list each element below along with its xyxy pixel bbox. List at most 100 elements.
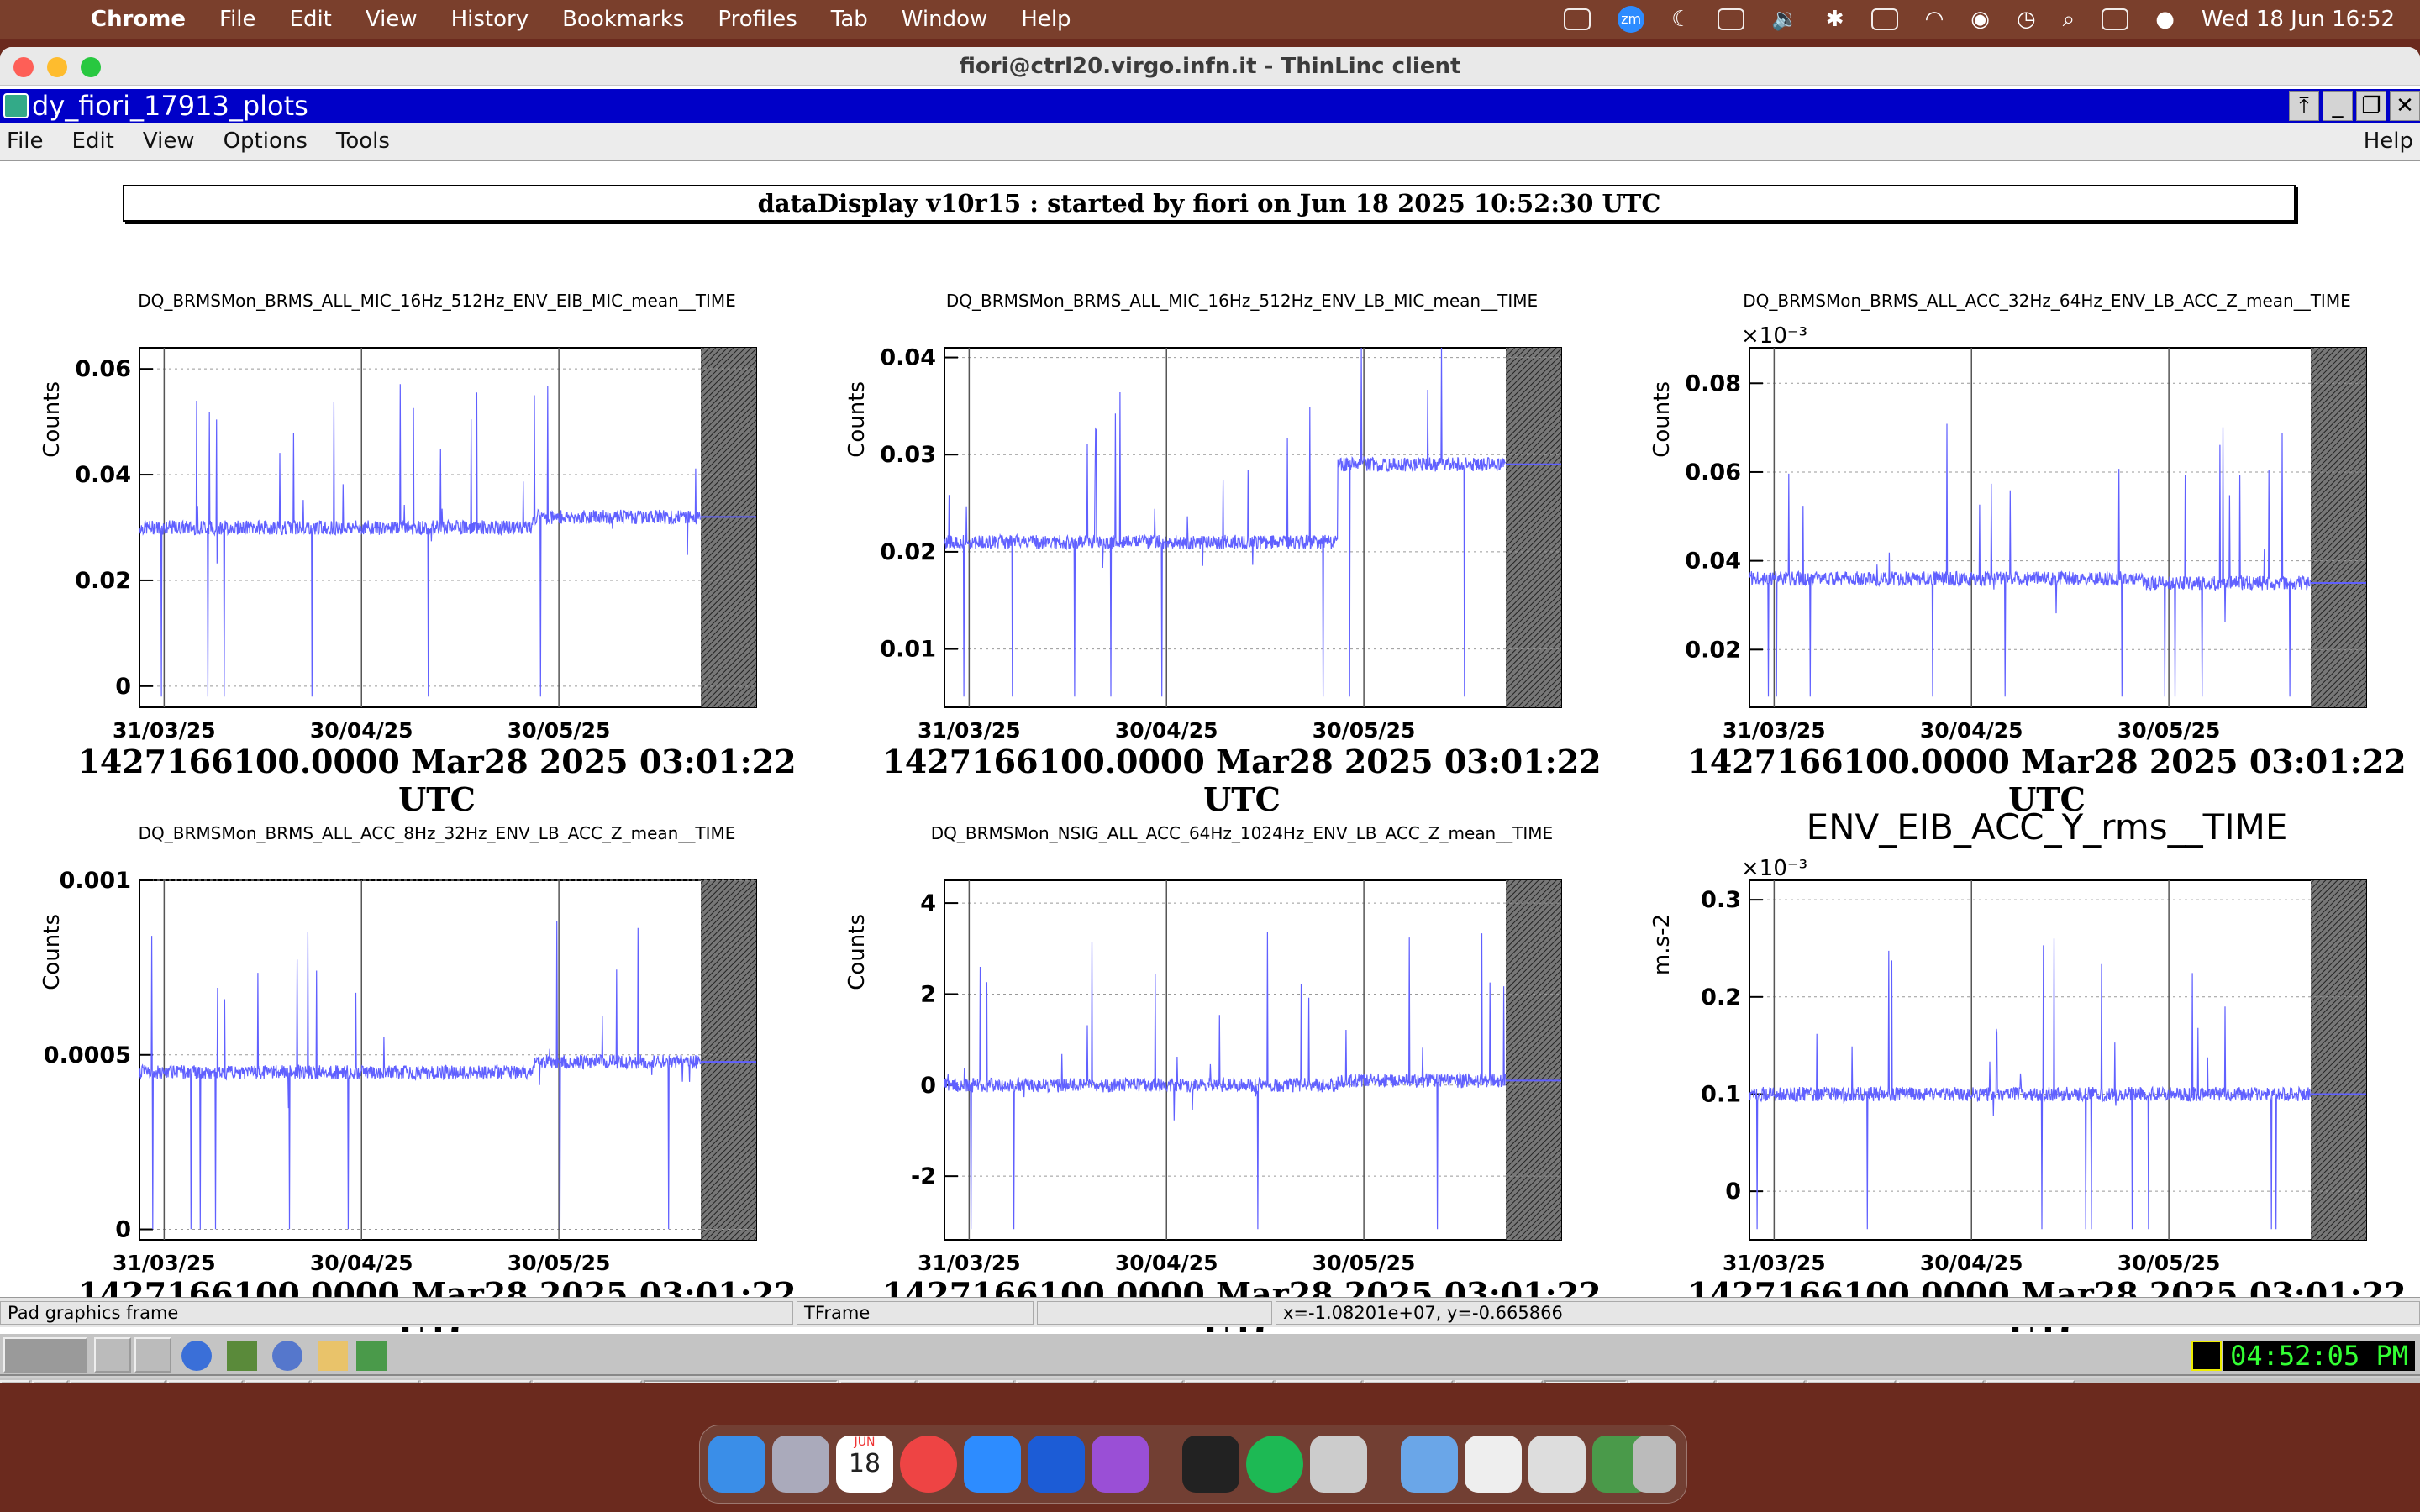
task-window-button[interactable]: dy_...	[1807, 1380, 1897, 1383]
battery-icon[interactable]	[1718, 8, 1745, 30]
root-canvas[interactable]: dataDisplay v10r15 : started by fiori on…	[0, 163, 2420, 1351]
task-window-button[interactable]: dy_...	[1185, 1380, 1274, 1383]
menu-tab[interactable]: Tab	[831, 7, 868, 32]
task-window-button[interactable]: dy_...	[1986, 1380, 2075, 1383]
terminal-icon[interactable]	[1182, 1436, 1239, 1493]
stick-button[interactable]: ⤒	[2289, 91, 2319, 121]
plot-pad[interactable]: DQ_BRMSMon_NSIG_ALL_ACC_64Hz_1024Hz_ENV_…	[839, 813, 1645, 1351]
y-tick-label: 0.0005	[44, 1042, 131, 1068]
podcasts-icon[interactable]	[1092, 1436, 1149, 1493]
preview-icon[interactable]	[1310, 1436, 1367, 1493]
zoom-status-icon[interactable]: zm	[1618, 6, 1645, 33]
menu-bookmarks[interactable]: Bookmarks	[562, 7, 684, 32]
menu-app-name[interactable]: Chrome	[91, 7, 186, 32]
workspace-tab[interactable]: Web	[167, 1380, 244, 1383]
monitor-icon[interactable]	[356, 1341, 387, 1371]
menu-window[interactable]: Window	[902, 7, 988, 32]
menubar-clock[interactable]: Wed 18 Jun 16:52	[2202, 7, 2395, 32]
settings-icon[interactable]	[227, 1341, 257, 1371]
app-menu-options[interactable]: Options	[224, 129, 308, 154]
app-menu-edit[interactable]: Edit	[72, 129, 114, 154]
workspace-tab[interactable]: Misc	[839, 1380, 916, 1383]
app-menu-view[interactable]: View	[143, 129, 195, 154]
plot-svg[interactable]: 0.02 0.04 0.06 0.08 31/03/25 30/04/25 30/05/25…	[1644, 281, 2420, 751]
plot-pad[interactable]: DQ_BRMSMon_BRMS_ALL_MIC_16Hz_512Hz_ENV_L…	[839, 281, 1645, 818]
close-window-icon[interactable]	[13, 57, 34, 77]
plot-svg[interactable]: 0 0.0005 0.001 31/03/25 30/04/25 30/05/25 Coun…	[34, 813, 840, 1284]
menu-view[interactable]: View	[366, 7, 418, 32]
app-menu-help[interactable]: Help	[2364, 129, 2413, 154]
applications-folder-icon[interactable]	[1401, 1436, 1458, 1493]
workspace-tab[interactable]: Matlab	[311, 1380, 420, 1383]
search-icon[interactable]: ⌕	[2063, 7, 2075, 33]
workspace-tab[interactable]: Home	[69, 1380, 166, 1383]
plot-pad[interactable]: DQ_BRMSMon_BRMS_ALL_ACC_8Hz_32Hz_ENV_LB_…	[34, 813, 840, 1351]
task-window-button[interactable]: dy_...	[1363, 1380, 1453, 1383]
pager-icon[interactable]: ⧉	[32, 1380, 68, 1383]
launcher-slot[interactable]	[134, 1337, 171, 1373]
menu-file[interactable]: File	[219, 7, 256, 32]
task-window-button[interactable]: dy_...	[1454, 1380, 1544, 1383]
close-button[interactable]: ✕	[2390, 91, 2420, 121]
bluetooth-icon[interactable]: ✱	[1826, 7, 1844, 32]
task-window-button[interactable]: dat...	[1897, 1380, 1985, 1383]
task-window-button[interactable]: Ter...	[1015, 1380, 1096, 1383]
task-window-button[interactable]: dat...	[1275, 1380, 1362, 1383]
thinlinc-icon[interactable]	[1028, 1436, 1085, 1493]
task-window-button[interactable]: dat...	[1628, 1380, 1715, 1383]
editor-icon[interactable]	[318, 1341, 348, 1371]
moon-icon[interactable]: ☾	[1671, 7, 1691, 32]
menu-help[interactable]: Help	[1021, 7, 1071, 32]
plot-pad[interactable]: DQ_BRMSMon_BRMS_ALL_ACC_32Hz_64Hz_ENV_LB…	[1644, 281, 2420, 818]
zoom-window-icon[interactable]	[81, 57, 101, 77]
keyboard-icon[interactable]	[1870, 8, 1898, 30]
plot-svg[interactable]: -2 0 2 4 31/03/25 30/04/25 30/05/25 Counts	[839, 813, 1645, 1284]
menu-history[interactable]: History	[451, 7, 529, 32]
app-menu-tools[interactable]: Tools	[336, 129, 390, 154]
task-window-button[interactable]: dy...	[1544, 1380, 1627, 1383]
task-minimize[interactable]: _	[0, 1380, 30, 1383]
menu-edit[interactable]: Edit	[290, 7, 332, 32]
workspace-tab[interactable]: Python	[421, 1380, 532, 1383]
user-icon[interactable]: ◉	[1970, 7, 1990, 32]
task-window-button[interactable]: dat...	[1097, 1380, 1184, 1383]
privacy-icon[interactable]	[1564, 8, 1591, 30]
time-machine-icon[interactable]: ◷	[2017, 7, 2036, 32]
siri-icon[interactable]: ●	[2155, 7, 2175, 32]
task-window-button[interactable]: xterm	[917, 1380, 1014, 1383]
plot-svg[interactable]: 0 0.02 0.04 0.06 31/03/25 30/04/25 30/05/25 Cou…	[34, 281, 840, 751]
plot-pad[interactable]: ENV_EIB_ACC_Y_rms__TIME 1427166100.0000 M…	[1644, 806, 2420, 1351]
control-center-icon[interactable]	[2102, 8, 2129, 30]
workspace-tab[interactable]: C-C++	[533, 1380, 643, 1383]
root-icon[interactable]	[272, 1341, 302, 1371]
zoom-icon[interactable]	[964, 1436, 1021, 1493]
recent-window-icon[interactable]	[1528, 1436, 1586, 1493]
y-axis-label: Counts	[1649, 381, 1675, 458]
wifi-icon[interactable]: ◠	[1925, 7, 1944, 32]
maximize-button[interactable]: ❐	[2356, 91, 2386, 121]
chrome-icon[interactable]	[900, 1436, 957, 1493]
menu-profiles[interactable]: Profiles	[718, 7, 797, 32]
minimize-window-icon[interactable]	[47, 57, 67, 77]
workspace-tab[interactable]: GUI	[245, 1380, 310, 1383]
plot-pad[interactable]: DQ_BRMSMon_BRMS_ALL_MIC_16Hz_512Hz_ENV_E…	[34, 281, 840, 818]
task-window-button[interactable]: dy_...	[1716, 1380, 1806, 1383]
workspace-tab[interactable]: Automation	[644, 1380, 838, 1383]
y-tick-label: 0.06	[75, 356, 131, 382]
calendar-icon[interactable]: JUN 18	[836, 1436, 893, 1493]
recent-window-icon[interactable]	[1465, 1436, 1522, 1493]
minimize-button[interactable]: _	[2323, 91, 2353, 121]
cpu-monitor-icon[interactable]	[2191, 1341, 2222, 1371]
firefox-icon[interactable]	[182, 1341, 212, 1371]
icewm-logo-icon[interactable]	[3, 1337, 87, 1373]
plot-svg[interactable]: 0 0.1 0.2 0.3 31/03/25 30/04/25 30/05/25 m.s-2 ×…	[1644, 813, 2420, 1284]
app-menu-file[interactable]: File	[7, 129, 44, 154]
finder-icon[interactable]	[708, 1436, 765, 1493]
root-app-icon[interactable]	[3, 93, 29, 118]
trash-icon[interactable]	[1633, 1436, 1676, 1493]
spotify-icon[interactable]	[1246, 1436, 1303, 1493]
launcher-slot[interactable]	[94, 1337, 131, 1373]
launchpad-icon[interactable]	[772, 1436, 829, 1493]
plot-svg[interactable]: 0.01 0.02 0.03 0.04 31/03/25 30/04/25 30/05/25…	[839, 281, 1645, 751]
volume-icon[interactable]: 🔉	[1771, 7, 1798, 32]
